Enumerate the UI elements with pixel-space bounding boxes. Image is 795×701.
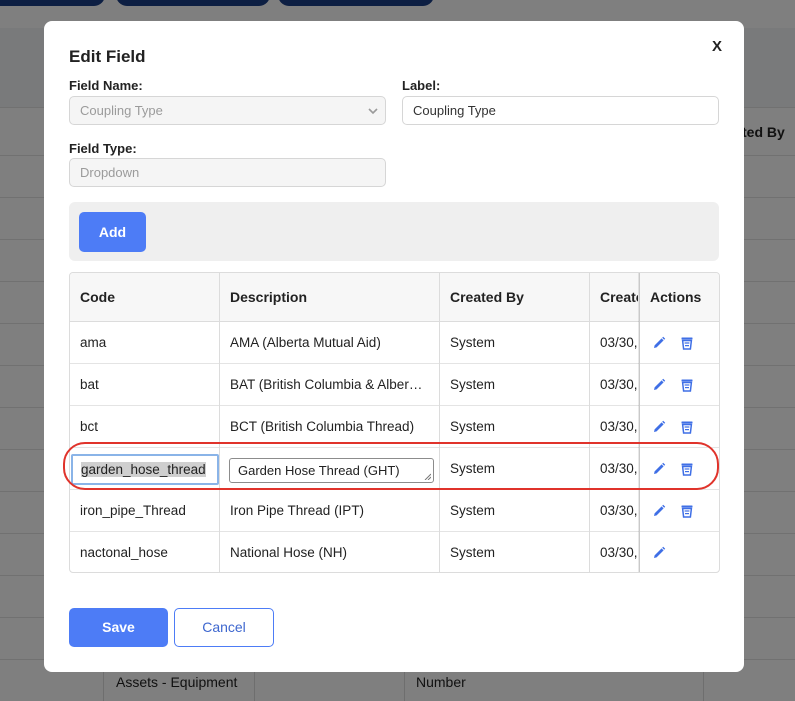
- field-type-label: Field Type:: [69, 141, 137, 156]
- header-description[interactable]: Description: [220, 273, 439, 322]
- add-panel: [69, 202, 719, 261]
- cell-created-by: System: [450, 503, 496, 518]
- cell-created-by: System: [450, 377, 496, 392]
- cell-code: bat: [80, 377, 99, 392]
- pencil-icon[interactable]: [651, 335, 667, 351]
- label-input[interactable]: Coupling Type: [402, 96, 719, 125]
- cell-code: iron_pipe_Thread: [80, 503, 186, 518]
- pencil-icon[interactable]: [651, 503, 667, 519]
- cell-description: AMA (Alberta Mutual Aid): [230, 335, 381, 350]
- modal-title: Edit Field: [69, 47, 146, 66]
- field-name-label: Field Name:: [69, 78, 143, 93]
- cell-created: 03/30,: [600, 503, 638, 518]
- cell-created: 03/30,: [600, 545, 638, 560]
- column-divider: [439, 273, 440, 572]
- table-header: Code Description Created By Create Actio…: [70, 273, 719, 322]
- pencil-icon[interactable]: [651, 419, 667, 435]
- table-row: nactonal_hose National Hose (NH) System …: [70, 532, 719, 572]
- cell-description: BAT (British Columbia & Alber…: [230, 377, 423, 392]
- trash-icon[interactable]: [679, 503, 695, 519]
- field-type-input: Dropdown: [69, 158, 386, 187]
- cancel-button[interactable]: Cancel: [174, 608, 274, 647]
- column-divider: [219, 273, 220, 572]
- cell-created-by: System: [450, 545, 496, 560]
- close-button[interactable]: X: [712, 38, 722, 55]
- field-type-value: Dropdown: [80, 165, 140, 180]
- header-created[interactable]: Create: [590, 273, 638, 322]
- editing-row-highlight: [63, 442, 719, 490]
- header-created-by[interactable]: Created By: [440, 273, 589, 322]
- header-actions: Actions: [650, 289, 702, 305]
- edit-field-modal: Edit Field X Field Name: Coupling Type L…: [44, 21, 744, 672]
- table-row: ama AMA (Alberta Mutual Aid) System 03/3…: [70, 322, 719, 364]
- sticky-column-shadow: [638, 273, 640, 572]
- add-button[interactable]: Add: [79, 212, 146, 252]
- trash-icon[interactable]: [679, 419, 695, 435]
- table-row: iron_pipe_Thread Iron Pipe Thread (IPT) …: [70, 490, 719, 532]
- header-code[interactable]: Code: [70, 273, 219, 322]
- cell-description: National Hose (NH): [230, 545, 348, 560]
- cell-code: nactonal_hose: [80, 545, 168, 560]
- cell-created: 03/30,: [600, 335, 638, 350]
- save-button[interactable]: Save: [69, 608, 168, 647]
- cell-created-by: System: [450, 335, 496, 350]
- table-row: bat BAT (British Columbia & Alber… Syste…: [70, 364, 719, 406]
- cell-created: 03/30,: [600, 377, 638, 392]
- field-name-value: Coupling Type: [80, 103, 163, 118]
- label-input-value: Coupling Type: [413, 103, 496, 118]
- cell-description: Iron Pipe Thread (IPT): [230, 503, 365, 518]
- label-field-label: Label:: [402, 78, 441, 93]
- trash-icon[interactable]: [679, 335, 695, 351]
- pencil-icon[interactable]: [651, 545, 667, 561]
- column-divider: [589, 273, 590, 572]
- options-table: Code Description Created By Create Actio…: [69, 272, 720, 573]
- cell-code: ama: [80, 335, 107, 350]
- chevron-down-icon: [368, 108, 378, 115]
- pencil-icon[interactable]: [651, 377, 667, 393]
- trash-icon[interactable]: [679, 377, 695, 393]
- field-name-select[interactable]: Coupling Type: [69, 96, 386, 125]
